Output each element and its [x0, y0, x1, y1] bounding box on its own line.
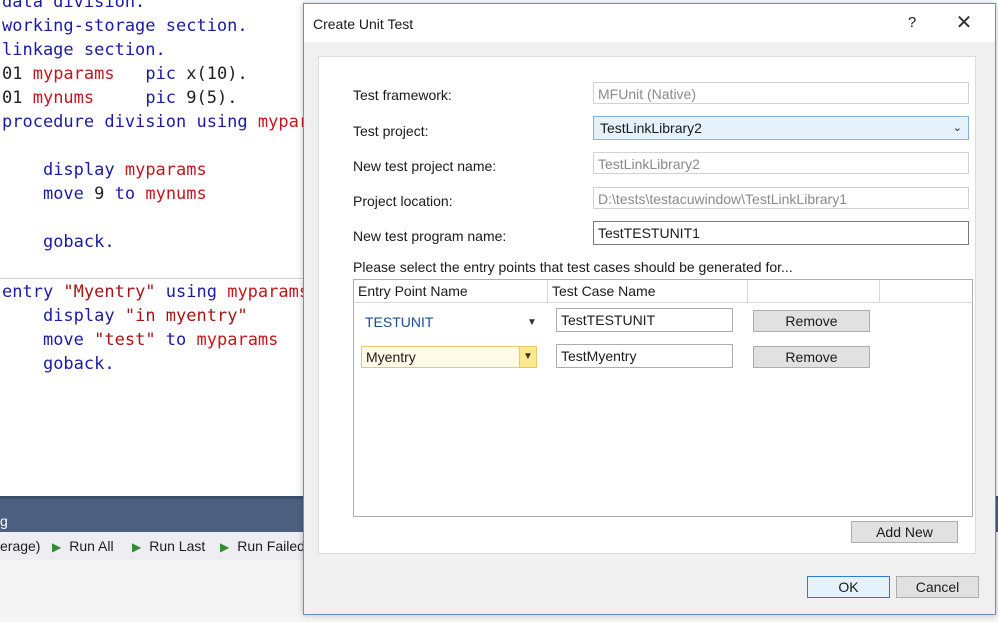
test-project-select[interactable]: TestLinkLibrary2 ⌄ — [593, 116, 969, 140]
column-header-blank — [748, 280, 880, 302]
code-line: move 9 to mynums — [42, 184, 207, 204]
test-case-name-input-2[interactable]: TestMyentry — [556, 344, 733, 368]
test-project-value: TestLinkLibrary2 — [600, 120, 702, 136]
code-line: working-storage section. — [2, 16, 248, 36]
project-location-field[interactable]: D:\tests\testacuwindow\TestLinkLibrary1 — [593, 187, 969, 209]
run-all-button[interactable]: ▶ Run All — [52, 538, 114, 554]
code-line: move "test" to myparams — [42, 330, 279, 350]
entry-point-select-2[interactable]: Myentry ▼ — [361, 346, 537, 368]
code-line: linkage section. — [2, 40, 166, 60]
close-button[interactable]: ✕ — [952, 11, 976, 35]
play-icon: ▶ — [132, 540, 142, 554]
code-line: display myparams — [42, 160, 207, 180]
entry-points-instructions: Please select the entry points that test… — [353, 259, 793, 275]
dialog-titlebar[interactable]: Create Unit Test ? ✕ — [304, 4, 995, 42]
create-unit-test-dialog: Create Unit Test ? ✕ Test framework: MFU… — [303, 3, 996, 615]
code-line: procedure division using mypar — [2, 112, 310, 132]
code-line: goback. — [42, 232, 115, 252]
dropdown-arrow-icon[interactable]: ▼ — [519, 346, 537, 368]
test-framework-label: Test framework: — [353, 87, 452, 103]
code-line: entry "Myentry" using myparams — [2, 282, 310, 302]
test-project-label: Test project: — [353, 123, 429, 139]
code-line: goback. — [42, 354, 115, 374]
column-header-test-case[interactable]: Test Case Name — [548, 280, 748, 302]
coverage-button[interactable]: erage) — [0, 538, 40, 554]
column-header-entry-point[interactable]: Entry Point Name — [354, 280, 548, 302]
ok-button[interactable]: OK — [807, 576, 890, 598]
test-explorer-title: g — [0, 513, 8, 529]
cancel-button[interactable]: Cancel — [896, 576, 979, 598]
dropdown-arrow-icon[interactable]: ▼ — [527, 317, 537, 328]
entry-points-grid: Entry Point Name Test Case Name TESTUNIT… — [353, 279, 973, 517]
new-test-program-name-label: New test program name: — [353, 228, 507, 244]
new-test-program-name-field[interactable]: TestTESTUNIT1 — [593, 221, 969, 245]
test-case-name-input-1[interactable]: TestTESTUNIT — [556, 308, 733, 332]
test-framework-field: MFUnit (Native) — [593, 82, 969, 104]
code-line: data division. — [2, 0, 146, 12]
remove-button-2[interactable]: Remove — [753, 346, 870, 368]
dialog-content-panel: Test framework: MFUnit (Native) Test pro… — [318, 56, 976, 554]
play-icon: ▶ — [52, 540, 62, 554]
chevron-down-icon: ⌄ — [952, 122, 962, 134]
help-button[interactable]: ? — [902, 13, 922, 33]
entry-point-name-2: Myentry — [366, 349, 416, 365]
new-test-project-name-label: New test project name: — [353, 158, 497, 174]
project-location-label: Project location: — [353, 193, 453, 209]
remove-button-1[interactable]: Remove — [753, 310, 870, 332]
entry-point-name-1[interactable]: TESTUNIT — [365, 314, 433, 330]
play-icon: ▶ — [220, 540, 230, 554]
dialog-title: Create Unit Test — [313, 16, 414, 32]
code-line: 01 myparams pic x(10). — [2, 64, 248, 84]
code-line: 01 mynums pic 9(5). — [2, 88, 238, 108]
add-new-button[interactable]: Add New — [851, 521, 958, 543]
grid-header: Entry Point Name Test Case Name — [354, 280, 972, 303]
run-failed-button[interactable]: ▶ Run Failed — [220, 538, 305, 554]
run-last-button[interactable]: ▶ Run Last — [132, 538, 205, 554]
new-test-project-name-field[interactable]: TestLinkLibrary2 — [593, 152, 969, 174]
code-separator — [0, 278, 310, 279]
code-line: display "in myentry" — [42, 306, 248, 326]
